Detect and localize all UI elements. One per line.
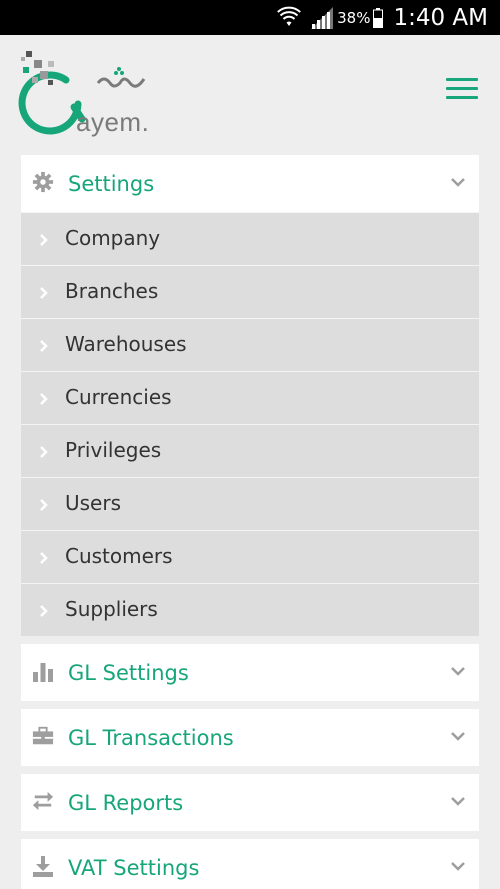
logo-text: ayem. xyxy=(76,107,150,137)
submenu-item-customers[interactable]: Customers xyxy=(21,530,479,583)
signal-icon xyxy=(311,7,334,29)
submenu-item-privileges[interactable]: Privileges xyxy=(21,424,479,477)
chevron-right-icon xyxy=(40,234,48,246)
submenu-label: Currencies xyxy=(65,385,172,409)
chevron-right-icon xyxy=(40,446,48,458)
submenu-label: Privileges xyxy=(65,438,162,462)
section-label: GL Transactions xyxy=(68,725,234,750)
section-gl-transactions[interactable]: GL Transactions xyxy=(21,709,479,766)
clock: 1:40 AM xyxy=(393,5,488,31)
submenu-label: Suppliers xyxy=(65,597,158,621)
chevron-right-icon xyxy=(40,499,48,511)
section-vat-settings[interactable]: VAT Settings xyxy=(21,839,479,889)
app-logo: ayem. xyxy=(18,47,168,137)
submenu-item-branches[interactable]: Branches xyxy=(21,265,479,318)
section-gl-reports[interactable]: GL Reports xyxy=(21,774,479,831)
submenu-item-warehouses[interactable]: Warehouses xyxy=(21,318,479,371)
section-label: GL Reports xyxy=(68,790,184,815)
submenu-label: Branches xyxy=(65,279,159,303)
battery-icon xyxy=(373,8,384,28)
chevron-right-icon xyxy=(40,393,48,405)
navigation-menu: Settings Company Branches Warehouses Cur… xyxy=(21,155,479,889)
submenu-label: Users xyxy=(65,491,122,515)
hamburger-line xyxy=(446,96,478,99)
chevron-down-icon xyxy=(451,797,465,806)
bar-chart-icon xyxy=(33,663,53,682)
gear-icon xyxy=(32,171,54,193)
swap-arrows-icon xyxy=(32,791,54,811)
chevron-right-icon xyxy=(40,552,48,564)
submenu-label: Customers xyxy=(65,544,173,568)
download-icon xyxy=(33,856,53,877)
submenu-item-company[interactable]: Company xyxy=(21,212,479,265)
section-settings[interactable]: Settings xyxy=(21,155,479,212)
section-label: Settings xyxy=(68,171,155,196)
wifi-icon xyxy=(277,6,301,26)
section-label: GL Settings xyxy=(68,660,189,685)
hamburger-line xyxy=(446,87,478,90)
submenu-label: Company xyxy=(65,226,161,250)
hamburger-line xyxy=(446,78,478,81)
submenu-item-currencies[interactable]: Currencies xyxy=(21,371,479,424)
submenu-item-suppliers[interactable]: Suppliers xyxy=(21,583,479,636)
chevron-right-icon xyxy=(40,340,48,352)
section-label: VAT Settings xyxy=(68,855,200,880)
chevron-right-icon xyxy=(40,605,48,617)
section-gl-settings[interactable]: GL Settings xyxy=(21,644,479,701)
chevron-down-icon xyxy=(451,178,465,187)
submenu-item-users[interactable]: Users xyxy=(21,477,479,530)
status-bar: 38% 1:40 AM xyxy=(0,0,500,35)
submenu-label: Warehouses xyxy=(65,332,187,356)
chevron-down-icon xyxy=(451,667,465,676)
app-header: ayem. xyxy=(0,35,500,145)
battery-percent: 38% xyxy=(337,9,371,27)
chevron-right-icon xyxy=(40,287,48,299)
chevron-down-icon xyxy=(451,732,465,741)
hamburger-menu-button[interactable] xyxy=(446,78,478,102)
briefcase-icon xyxy=(32,726,54,745)
chevron-down-icon xyxy=(451,862,465,871)
